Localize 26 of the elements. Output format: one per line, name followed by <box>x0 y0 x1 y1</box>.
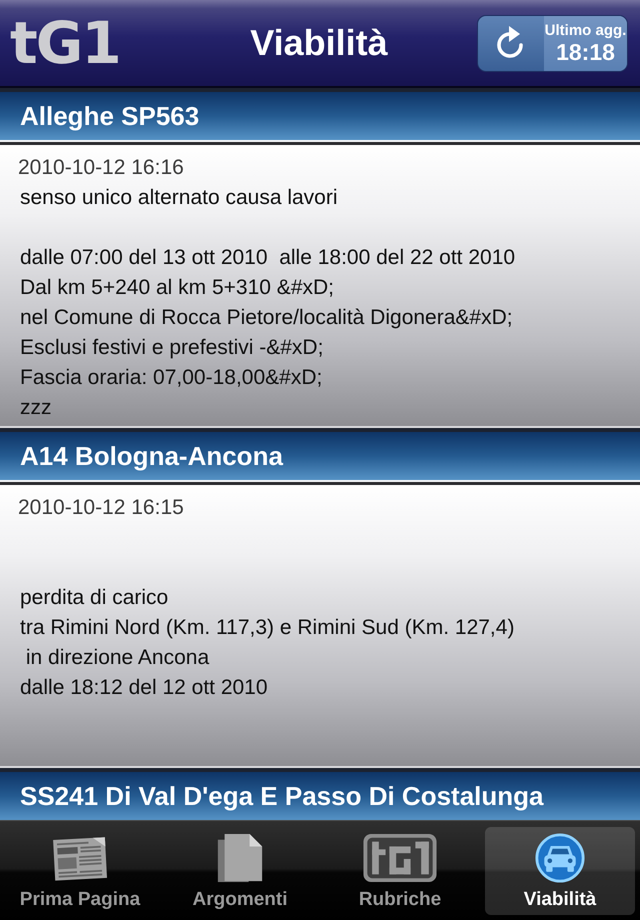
road-header: SS241 Di Val D'ega E Passo Di Costalunga <box>0 768 640 820</box>
tab-item[interactable]: Argomenti <box>165 827 315 915</box>
refresh-button[interactable]: Ultimo agg. 18:18 <box>477 14 628 72</box>
message-line: dalle 07:00 del 13 ott 2010 alle 18:00 del 22 ott 2010 <box>19 245 516 271</box>
message-date: 2010-10-12 16:16 <box>17 155 184 181</box>
message-line: in direzione Ancona <box>24 645 210 671</box>
message-line: Dal km 5+240 al km 5+310 &#xD; <box>19 275 334 301</box>
tab-item[interactable]: Prima Pagina <box>5 827 155 915</box>
road-header: A14 Bologna-Ancona <box>0 428 640 480</box>
framed-logo-icon <box>361 833 439 883</box>
message-line: senso unico alternato causa lavori <box>19 185 338 211</box>
message-line: perdita di carico <box>19 585 168 611</box>
logo: tG1 <box>10 14 120 72</box>
tab-item[interactable]: Viabilità <box>485 827 635 915</box>
tab-item[interactable]: Rubriche <box>325 827 475 915</box>
car-icon <box>533 833 587 883</box>
message-date: 2010-10-12 16:15 <box>17 495 184 521</box>
message-line: zzz <box>19 395 52 421</box>
message-line: Esclusi festivi e prefestivi -&#xD; <box>19 335 324 361</box>
message-line: Fascia oraria: 07,00-18,00&#xD; <box>19 365 322 391</box>
message-line: tra Rimini Nord (Km. 117,3) e Rimini Sud (Km. 127,4) <box>19 615 514 641</box>
message-line: nel Comune di Rocca Pietore/località Digonera&#xD; <box>19 305 513 331</box>
document-icon <box>216 833 264 883</box>
page-title: Viabilità <box>250 23 388 63</box>
road-header: Alleghe SP563 <box>0 88 640 140</box>
message-line: dalle 18:12 del 12 ott 2010 <box>19 675 268 701</box>
